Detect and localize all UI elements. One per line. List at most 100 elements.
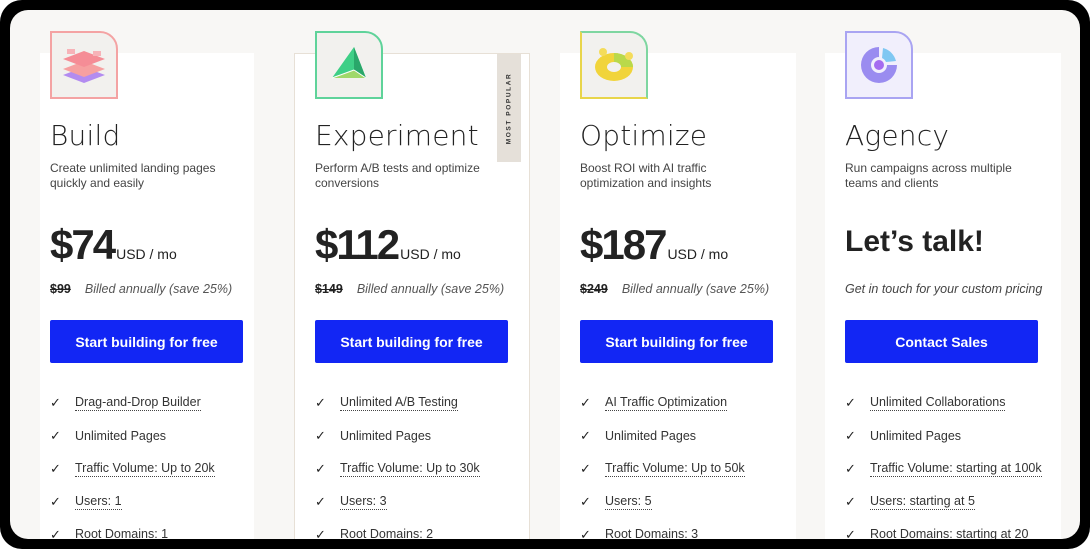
layers-icon — [50, 31, 118, 99]
pricing-page: Build Create unlimited landing pages qui… — [10, 10, 1080, 539]
feature-tooltip-link[interactable]: Root Domains: 1 — [75, 527, 168, 539]
feature-text: Unlimited Pages — [340, 428, 432, 443]
feature-tooltip-link[interactable]: Users: 1 — [75, 494, 122, 511]
feature-item: ✓ Root Domains: 2 — [315, 519, 480, 539]
plan-card-agency: Agency Run campaigns across multiple tea… — [825, 31, 1061, 539]
feature-item: ✓ Unlimited Collaborations — [845, 386, 1042, 419]
feature-item: ✓ Unlimited Pages — [845, 419, 1042, 452]
check-icon: ✓ — [845, 394, 856, 410]
feature-item: ✓ Root Domains: 1 — [50, 519, 215, 539]
feature-tooltip-link[interactable]: Root Domains: 3 — [605, 527, 698, 539]
feature-tooltip-link[interactable]: Traffic Volume: starting at 100k — [870, 461, 1042, 477]
original-price: $99 — [50, 282, 71, 296]
check-icon: ✓ — [845, 494, 856, 510]
check-icon: ✓ — [50, 527, 61, 539]
feature-tooltip-link[interactable]: Drag-and-Drop Builder — [75, 395, 201, 411]
feature-list: ✓ Unlimited Collaborations ✓ Unlimited Pag… — [845, 386, 1042, 539]
plan-title: Agency — [845, 119, 950, 152]
ring-icon — [845, 31, 913, 99]
feature-item: ✓ Drag-and-Drop Builder — [50, 386, 215, 419]
feature-item: ✓ Users: 3 — [315, 486, 480, 519]
check-icon: ✓ — [315, 394, 326, 410]
feature-item: ✓ AI Traffic Optimization — [580, 386, 745, 419]
check-icon: ✓ — [580, 527, 591, 539]
start-building-button[interactable]: Start building for free — [50, 320, 243, 363]
donut-icon — [580, 31, 648, 99]
check-icon: ✓ — [315, 427, 326, 443]
feature-tooltip-link[interactable]: Traffic Volume: Up to 50k — [605, 461, 745, 477]
price-row: $187 USD / mo — [580, 221, 728, 269]
feature-item: ✓ Traffic Volume: Up to 50k — [580, 452, 745, 485]
feature-item: ✓ Unlimited Pages — [50, 419, 215, 452]
price-row: $112 USD / mo — [315, 221, 461, 269]
check-icon: ✓ — [580, 427, 591, 443]
feature-item: ✓ Unlimited Pages — [315, 419, 480, 452]
check-icon: ✓ — [50, 460, 61, 476]
device-frame: Build Create unlimited landing pages qui… — [0, 0, 1090, 549]
billing-row: $149 Billed annually (save 25%) — [315, 282, 504, 296]
plan-card-build: Build Create unlimited landing pages qui… — [40, 31, 254, 539]
feature-text: Unlimited Pages — [605, 428, 697, 443]
feature-item: ✓ Unlimited Pages — [580, 419, 745, 452]
original-price: $149 — [315, 282, 343, 296]
check-icon: ✓ — [845, 460, 856, 476]
feature-item: ✓ Unlimited A/B Testing — [315, 386, 480, 419]
start-building-button[interactable]: Start building for free — [315, 320, 508, 363]
feature-item: ✓ Traffic Volume: starting at 100k — [845, 452, 1042, 485]
feature-list: ✓ Unlimited A/B Testing ✓ Unlimited Pages … — [315, 386, 480, 539]
contact-sales-button[interactable]: Contact Sales — [845, 320, 1038, 363]
billing-note: Billed annually (save 25%) — [621, 282, 770, 296]
custom-pricing-note: Get in touch for your custom pricing — [845, 282, 1043, 296]
check-icon: ✓ — [580, 494, 591, 510]
feature-list: ✓ AI Traffic Optimization ✓ Unlimited Page… — [580, 386, 745, 539]
price-unit: USD / mo — [400, 246, 461, 262]
plan-description: Perform A/B tests and optimize conversio… — [315, 161, 480, 190]
check-icon: ✓ — [845, 427, 856, 443]
feature-item: ✓ Users: starting at 5 — [845, 486, 1042, 519]
custom-pricing-headline: Let’s talk! — [845, 225, 984, 258]
plan-price: $112 — [315, 221, 400, 268]
original-price: $249 — [580, 282, 608, 296]
plan-title: Build — [50, 119, 121, 152]
billing-note: Billed annually (save 25%) — [84, 282, 233, 296]
feature-item: ✓ Traffic Volume: Up to 20k — [50, 452, 215, 485]
feature-tooltip-link[interactable]: Users: 3 — [340, 494, 387, 511]
feature-tooltip-link[interactable]: Root Domains: 2 — [340, 527, 433, 539]
feature-item: ✓ Users: 5 — [580, 486, 745, 519]
check-icon: ✓ — [580, 394, 591, 410]
plan-price: $74 — [50, 221, 116, 268]
check-icon: ✓ — [50, 394, 61, 410]
feature-text: Unlimited Pages — [75, 428, 167, 443]
feature-item: ✓ Root Domains: starting at 20 — [845, 519, 1042, 539]
feature-list: ✓ Drag-and-Drop Builder ✓ Unlimited Pages … — [50, 386, 215, 539]
billing-row: $249 Billed annually (save 25%) — [580, 282, 769, 296]
price-unit: USD / mo — [116, 246, 177, 262]
plan-description: Run campaigns across multiple teams and … — [845, 161, 1012, 190]
check-icon: ✓ — [315, 460, 326, 476]
check-icon: ✓ — [580, 460, 591, 476]
plan-card-experiment: MOST POPULAR Experiment Perform A/B test… — [294, 31, 530, 539]
feature-tooltip-link[interactable]: Unlimited Collaborations — [870, 395, 1006, 411]
plan-title: Optimize — [580, 119, 708, 152]
feature-text: Unlimited Pages — [870, 428, 962, 443]
check-icon: ✓ — [315, 494, 326, 510]
feature-item: ✓ Root Domains: 3 — [580, 519, 745, 539]
feature-tooltip-link[interactable]: Root Domains: starting at 20 — [870, 527, 1028, 539]
feature-tooltip-link[interactable]: AI Traffic Optimization — [605, 395, 728, 411]
check-icon: ✓ — [315, 527, 326, 539]
feature-tooltip-link[interactable]: Users: 5 — [605, 494, 652, 511]
start-building-button[interactable]: Start building for free — [580, 320, 773, 363]
check-icon: ✓ — [845, 527, 856, 539]
plan-price: $187 — [580, 221, 667, 268]
billing-row: $99 Billed annually (save 25%) — [50, 282, 232, 296]
check-icon: ✓ — [50, 494, 61, 510]
feature-tooltip-link[interactable]: Users: starting at 5 — [870, 494, 975, 511]
feature-tooltip-link[interactable]: Traffic Volume: Up to 30k — [340, 461, 480, 477]
plan-title: Experiment — [315, 119, 479, 152]
billing-note: Billed annually (save 25%) — [356, 282, 505, 296]
pyramid-icon — [315, 31, 383, 99]
feature-tooltip-link[interactable]: Traffic Volume: Up to 20k — [75, 461, 215, 477]
check-icon: ✓ — [50, 427, 61, 443]
plan-description: Boost ROI with AI traffic optimization a… — [580, 161, 712, 190]
feature-tooltip-link[interactable]: Unlimited A/B Testing — [340, 395, 458, 411]
